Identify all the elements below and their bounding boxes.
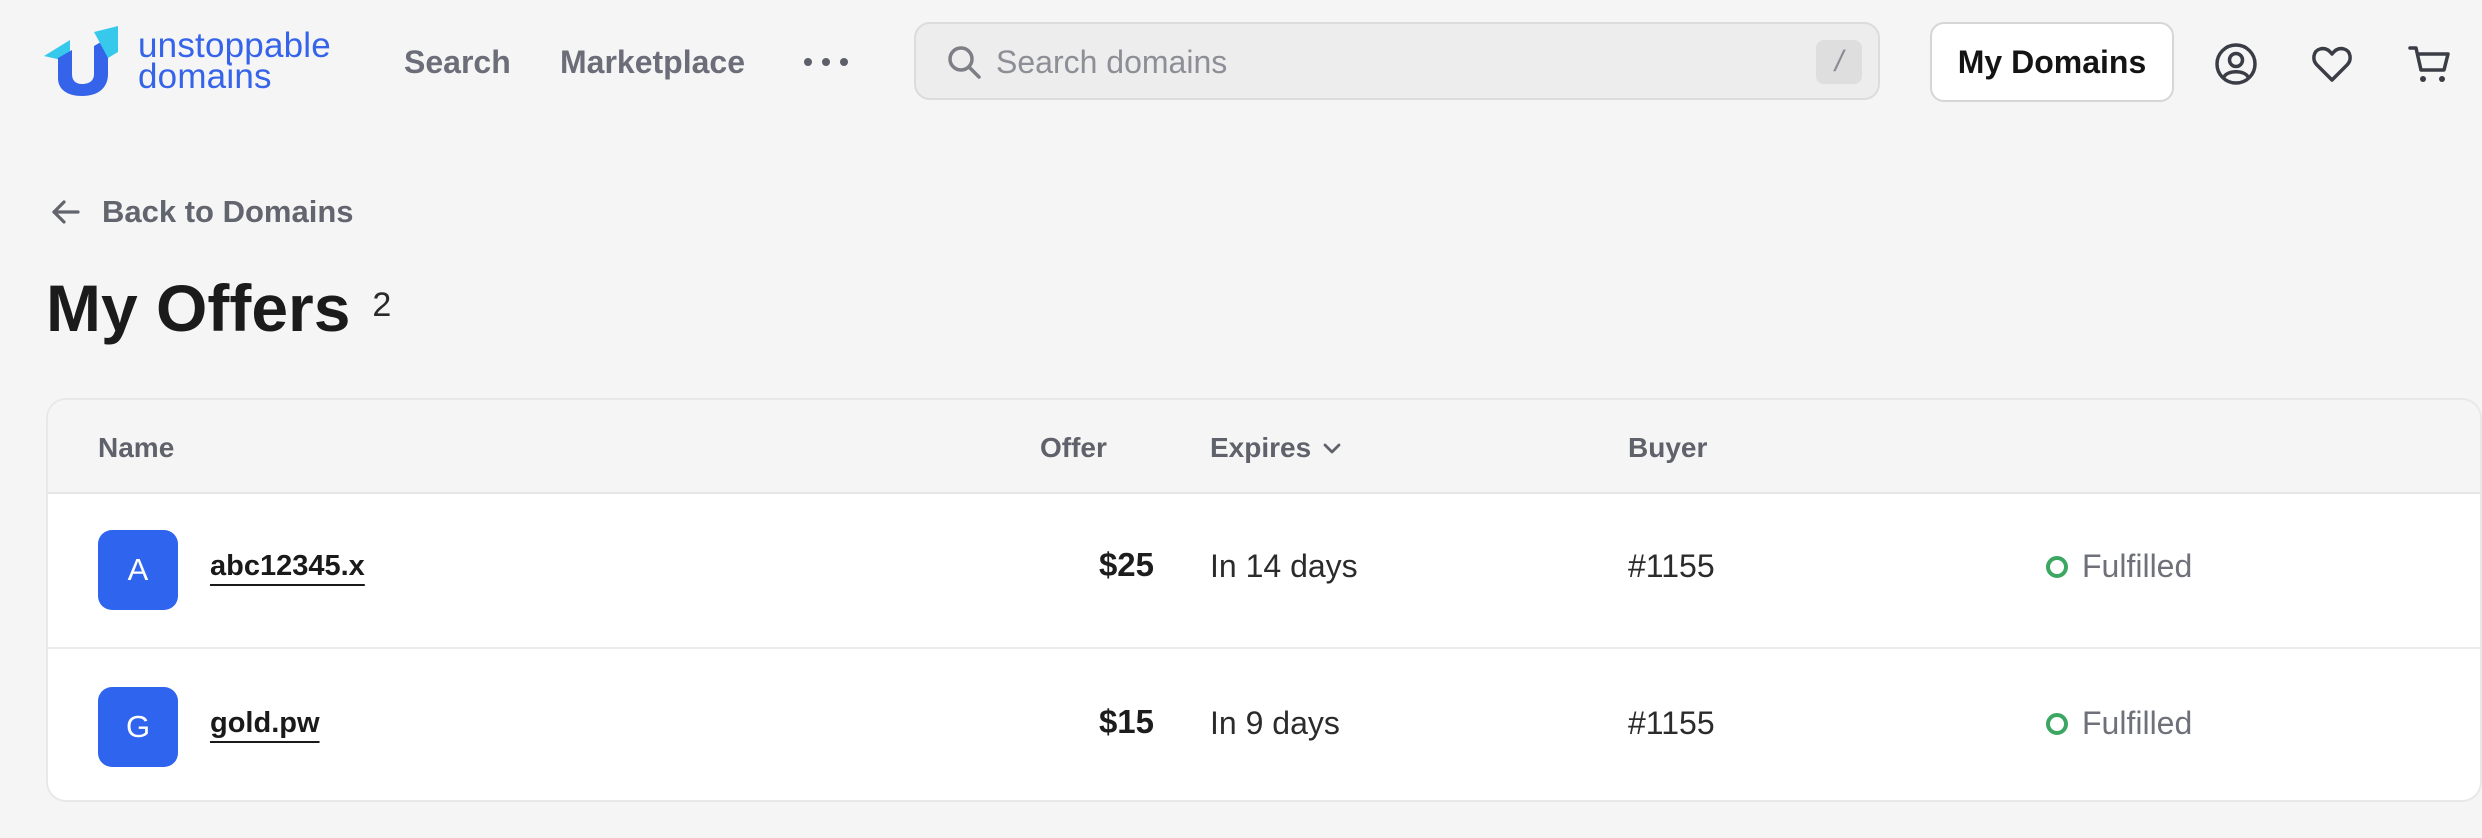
cart-icon[interactable] — [2406, 40, 2454, 88]
table-row[interactable]: G gold.pw $15 In 9 days #1155 Fulfilled — [48, 649, 2480, 800]
more-dots-icon — [822, 58, 830, 66]
offer-buyer: #1155 — [1628, 548, 1715, 584]
status-label: Fulfilled — [2082, 548, 2193, 584]
table-row[interactable]: A abc12345.x $25 In 14 days #1155 Fulfil… — [48, 492, 2480, 649]
heart-icon[interactable] — [2308, 40, 2356, 88]
domain-name-link[interactable]: gold.pw — [210, 707, 320, 740]
search-icon — [948, 46, 981, 79]
search-input[interactable] — [994, 34, 1718, 90]
brand-logo-link[interactable]: unstoppable domains — [44, 26, 331, 96]
offers-count-badge: 2 — [372, 286, 392, 324]
brand-wordmark: unstoppable domains — [138, 28, 331, 96]
domain-avatar: A — [98, 530, 178, 610]
column-header-offer: Offer — [1040, 432, 1107, 463]
search-shortcut-hint: / — [1816, 40, 1862, 84]
status-badge: Fulfilled — [2046, 548, 2192, 585]
table-header: Name Offer Expires Buyer — [48, 400, 2480, 494]
brand-line-2: domains — [138, 57, 272, 96]
status-dot-icon — [2046, 555, 2068, 578]
more-menu-button[interactable] — [800, 42, 852, 82]
column-header-expires-label: Expires — [1210, 432, 1312, 463]
offers-table: Name Offer Expires Buyer A abc12345.x $2… — [46, 398, 2482, 802]
offer-amount: $15 — [1098, 703, 1154, 740]
offer-amount: $25 — [1098, 546, 1154, 583]
offer-expires: In 14 days — [1210, 548, 1358, 584]
nav-marketplace-link[interactable]: Marketplace — [560, 44, 745, 81]
domain-avatar: G — [98, 687, 178, 767]
arrow-left-icon — [52, 200, 80, 224]
page-header: My Offers 2 — [46, 268, 391, 348]
nav-search-link[interactable]: Search — [404, 44, 511, 81]
more-dots-icon — [840, 58, 848, 66]
offer-buyer: #1155 — [1628, 705, 1715, 741]
page-title: My Offers — [46, 271, 351, 345]
search-bar[interactable]: / — [914, 22, 1880, 100]
status-label: Fulfilled — [2082, 705, 2193, 741]
domain-name-link[interactable]: abc12345.x — [210, 550, 365, 583]
back-to-domains-link[interactable]: Back to Domains — [48, 194, 354, 230]
user-circle-icon[interactable] — [2212, 40, 2260, 88]
top-navigation-bar: unstoppable domains Search Marketplace /… — [0, 0, 2482, 126]
chevron-down-icon — [1323, 443, 1341, 454]
status-badge: Fulfilled — [2046, 705, 2192, 742]
brand-logo-icon — [44, 26, 118, 96]
my-domains-button[interactable]: My Domains — [1930, 22, 2174, 102]
column-header-name: Name — [98, 432, 175, 463]
column-header-expires-sort[interactable]: Expires — [1210, 432, 1345, 464]
column-header-buyer: Buyer — [1628, 432, 1708, 463]
back-link-label: Back to Domains — [102, 194, 354, 229]
more-dots-icon — [804, 58, 812, 66]
status-dot-icon — [2046, 712, 2068, 735]
offer-expires: In 9 days — [1210, 705, 1340, 741]
